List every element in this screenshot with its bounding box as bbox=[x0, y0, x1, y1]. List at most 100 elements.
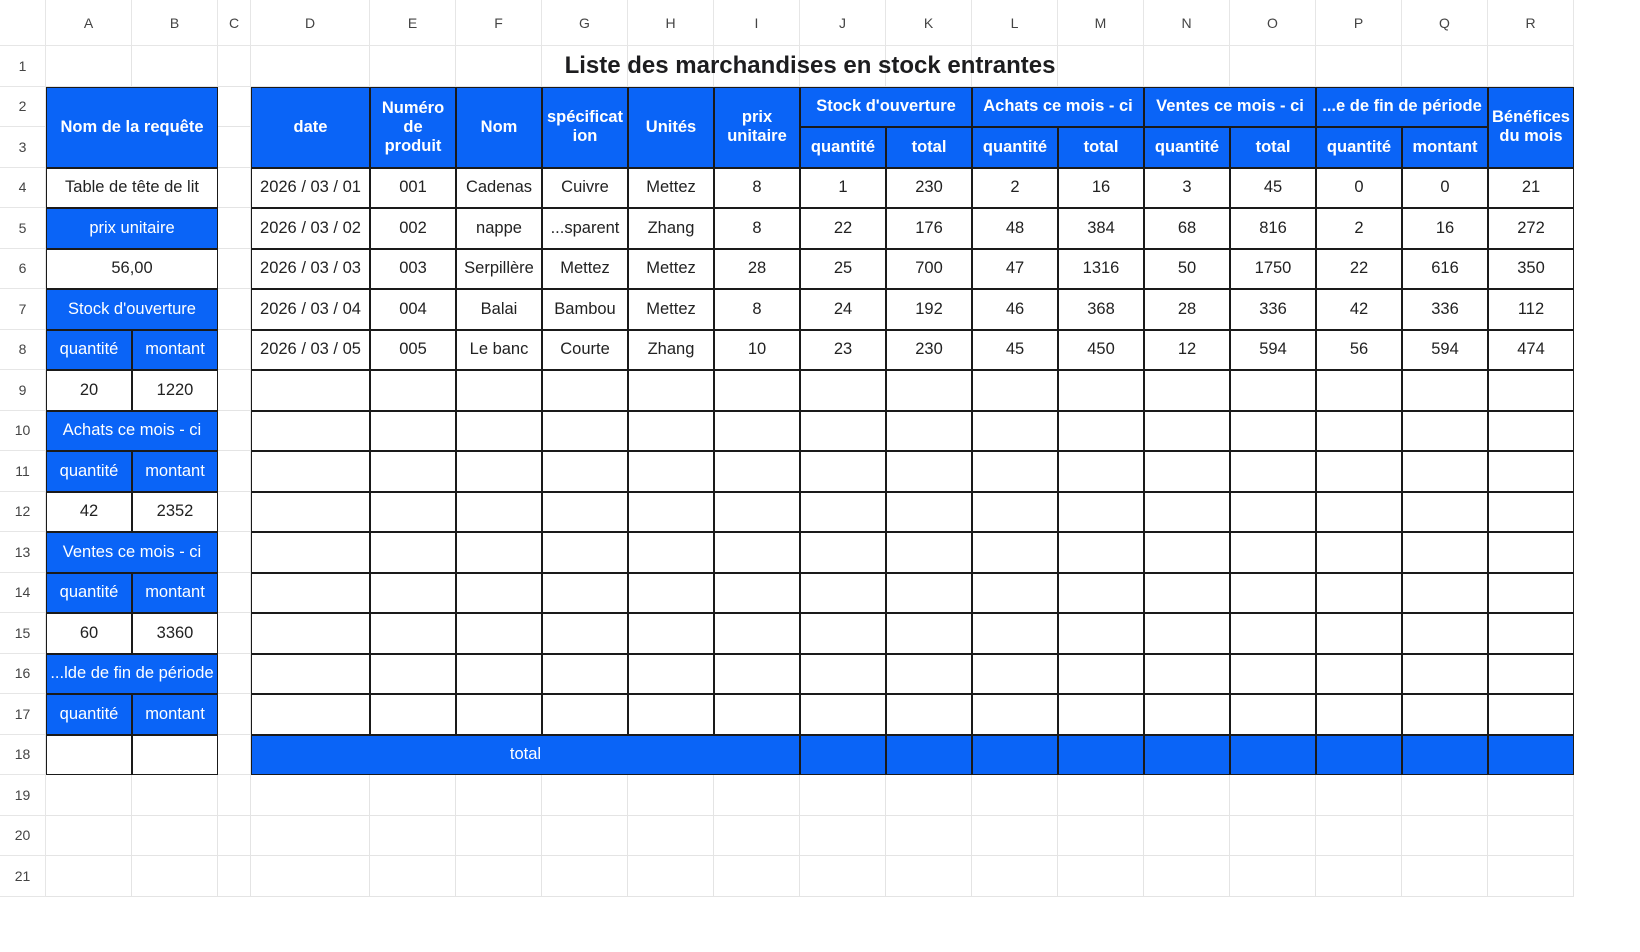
cell-date[interactable] bbox=[251, 370, 370, 411]
cell-name[interactable]: nappe bbox=[456, 208, 542, 249]
cell-closing-qty[interactable] bbox=[1316, 653, 1402, 694]
grid-cell[interactable] bbox=[46, 775, 132, 816]
total-purchases-qty[interactable] bbox=[972, 734, 1058, 775]
header-units[interactable]: Unités bbox=[628, 86, 714, 168]
total-closing-qty[interactable] bbox=[1316, 734, 1402, 775]
cell-spec[interactable]: ...sparent bbox=[542, 208, 628, 249]
cell-opening-qty[interactable] bbox=[800, 451, 886, 492]
amount-label[interactable]: montant bbox=[132, 694, 218, 735]
cell-purchases-total[interactable] bbox=[1058, 653, 1144, 694]
cell-purchases-total[interactable] bbox=[1058, 451, 1144, 492]
cell-purchases-qty[interactable]: 47 bbox=[972, 248, 1058, 289]
cell-sales-qty[interactable] bbox=[1144, 572, 1230, 613]
amount-label[interactable]: montant bbox=[132, 572, 218, 613]
cell-spec[interactable] bbox=[542, 694, 628, 735]
grid-cell[interactable] bbox=[218, 653, 251, 694]
grid-cell[interactable] bbox=[251, 815, 370, 856]
cell-date[interactable]: 2026 / 03 / 03 bbox=[251, 248, 370, 289]
cell-unit-price[interactable] bbox=[714, 491, 800, 532]
column-header[interactable]: E bbox=[370, 0, 456, 46]
cell-name[interactable]: Le banc bbox=[456, 329, 542, 370]
cell-closing-amount[interactable]: 594 bbox=[1402, 329, 1488, 370]
cell-sales-total[interactable] bbox=[1230, 491, 1316, 532]
cell-opening-total[interactable]: 192 bbox=[886, 289, 972, 330]
cell-date[interactable] bbox=[251, 410, 370, 451]
header-spec[interactable]: spécificat ion bbox=[542, 86, 628, 168]
grid-cell[interactable] bbox=[1402, 775, 1488, 816]
cell-closing-qty[interactable]: 0 bbox=[1316, 167, 1402, 208]
cell-unit-price[interactable] bbox=[714, 694, 800, 735]
cell-spec[interactable] bbox=[542, 491, 628, 532]
cell-product-number[interactable] bbox=[370, 491, 456, 532]
cell-purchases-qty[interactable] bbox=[972, 653, 1058, 694]
grid-cell[interactable] bbox=[218, 167, 251, 208]
header-sales[interactable]: Ventes ce mois - ci bbox=[1144, 86, 1316, 127]
total-opening-total[interactable] bbox=[886, 734, 972, 775]
cell-closing-amount[interactable] bbox=[1402, 572, 1488, 613]
cell-profit[interactable]: 112 bbox=[1488, 289, 1574, 330]
cell-sales-total[interactable]: 594 bbox=[1230, 329, 1316, 370]
cell-purchases-qty[interactable] bbox=[972, 532, 1058, 573]
cell-date[interactable]: 2026 / 03 / 04 bbox=[251, 289, 370, 330]
unit-price-label[interactable]: prix unitaire bbox=[46, 208, 218, 249]
quantity-label[interactable]: quantité bbox=[46, 694, 132, 735]
cell-opening-qty[interactable] bbox=[800, 613, 886, 654]
cell-closing-qty[interactable] bbox=[1316, 613, 1402, 654]
grid-cell[interactable] bbox=[218, 289, 251, 330]
cell-opening-total[interactable] bbox=[886, 451, 972, 492]
grid-cell[interactable] bbox=[628, 856, 714, 897]
grid-cell[interactable] bbox=[714, 815, 800, 856]
cell-date[interactable] bbox=[251, 653, 370, 694]
cell-units[interactable] bbox=[628, 532, 714, 573]
cell-closing-amount[interactable] bbox=[1402, 532, 1488, 573]
grid-cell[interactable] bbox=[46, 815, 132, 856]
cell-units[interactable] bbox=[628, 370, 714, 411]
header-name[interactable]: Nom bbox=[456, 86, 542, 168]
cell-closing-amount[interactable] bbox=[1402, 410, 1488, 451]
grid-cell[interactable] bbox=[542, 775, 628, 816]
grid-cell[interactable] bbox=[456, 775, 542, 816]
cell-sales-total[interactable]: 45 bbox=[1230, 167, 1316, 208]
cell-closing-amount[interactable] bbox=[1402, 694, 1488, 735]
row-header[interactable]: 15 bbox=[0, 613, 46, 654]
total-sales-qty[interactable] bbox=[1144, 734, 1230, 775]
cell-closing-qty[interactable]: 22 bbox=[1316, 248, 1402, 289]
cell-date[interactable] bbox=[251, 694, 370, 735]
cell-opening-total[interactable] bbox=[886, 613, 972, 654]
cell-sales-total[interactable]: 816 bbox=[1230, 208, 1316, 249]
cell-product-number[interactable] bbox=[370, 694, 456, 735]
grid-cell[interactable] bbox=[218, 329, 251, 370]
cell-spec[interactable] bbox=[542, 613, 628, 654]
cell-spec[interactable] bbox=[542, 532, 628, 573]
cell-product-number[interactable]: 004 bbox=[370, 289, 456, 330]
cell-purchases-total[interactable] bbox=[1058, 532, 1144, 573]
subheader-quantity[interactable]: quantité bbox=[1144, 127, 1230, 168]
cell-units[interactable] bbox=[628, 491, 714, 532]
cell-purchases-qty[interactable]: 45 bbox=[972, 329, 1058, 370]
cell-name[interactable] bbox=[456, 613, 542, 654]
grid-cell[interactable] bbox=[218, 815, 251, 856]
grid-cell[interactable] bbox=[628, 815, 714, 856]
row-header[interactable]: 5 bbox=[0, 208, 46, 249]
cell-profit[interactable]: 474 bbox=[1488, 329, 1574, 370]
subheader-amount[interactable]: montant bbox=[1402, 127, 1488, 168]
cell-unit-price[interactable] bbox=[714, 370, 800, 411]
grid-cell[interactable] bbox=[1144, 815, 1230, 856]
row-header[interactable]: 10 bbox=[0, 410, 46, 451]
cell-closing-amount[interactable] bbox=[1402, 451, 1488, 492]
column-header[interactable]: P bbox=[1316, 0, 1402, 46]
cell-opening-total[interactable] bbox=[886, 410, 972, 451]
header-monthly-profit[interactable]: Bénéfices du mois bbox=[1488, 86, 1574, 168]
column-header[interactable]: D bbox=[251, 0, 370, 46]
cell-spec[interactable] bbox=[542, 653, 628, 694]
row-header[interactable]: 18 bbox=[0, 734, 46, 775]
cell-profit[interactable]: 272 bbox=[1488, 208, 1574, 249]
cell-opening-total[interactable] bbox=[886, 491, 972, 532]
cell-purchases-qty[interactable]: 2 bbox=[972, 167, 1058, 208]
cell-profit[interactable] bbox=[1488, 491, 1574, 532]
grid-cell[interactable] bbox=[218, 572, 251, 613]
grid-cell[interactable] bbox=[218, 532, 251, 573]
cell-purchases-total[interactable]: 16 bbox=[1058, 167, 1144, 208]
cell-purchases-qty[interactable] bbox=[972, 370, 1058, 411]
cell-units[interactable] bbox=[628, 613, 714, 654]
